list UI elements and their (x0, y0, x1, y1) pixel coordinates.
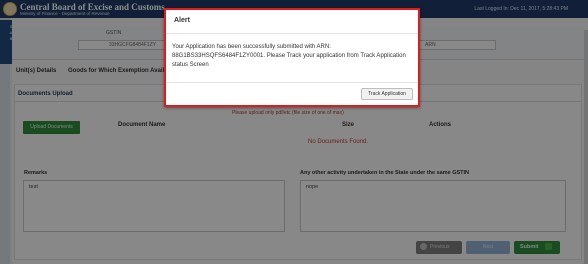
dialog-divider (166, 82, 418, 83)
dialog-message: Your Application has been successfully s… (172, 44, 406, 68)
track-application-button[interactable]: Track Application (361, 88, 413, 100)
alert-dialog: Alert Your Application has been successf… (164, 8, 420, 107)
dialog-title: Alert (174, 17, 190, 24)
dialog-divider (166, 33, 418, 34)
